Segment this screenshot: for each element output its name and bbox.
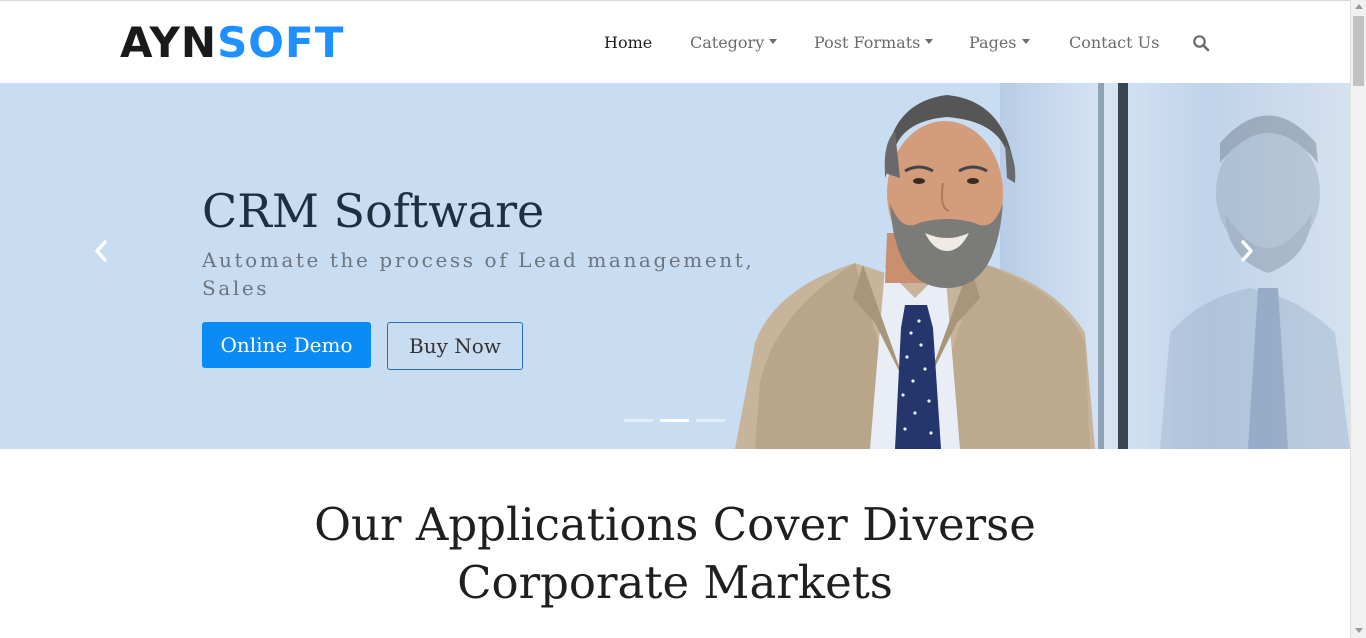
nav-item-label: Pages <box>969 33 1017 52</box>
nav-item-label: Contact Us <box>1069 33 1160 52</box>
hero-subtitle: Automate the process of Lead management,… <box>202 248 755 300</box>
carousel-indicator-3[interactable] <box>696 419 725 422</box>
section-heading-line2: Corporate Markets <box>457 556 893 609</box>
brand-logo-part2: SOFT <box>217 18 345 67</box>
caret-down-icon <box>925 39 934 44</box>
section-heading: Our Applications Cover Diverse Corporate… <box>0 496 1350 612</box>
hero-person-image <box>735 95 1095 449</box>
online-demo-button[interactable]: Online Demo <box>202 322 371 368</box>
carousel-indicator-1[interactable] <box>624 419 653 422</box>
nav-item-label: Home <box>604 33 653 52</box>
hero-carousel: CRM Software Automate the process of Lea… <box>0 83 1350 449</box>
search-icon[interactable] <box>1192 34 1210 52</box>
nav-item-contact-us[interactable]: Contact Us <box>1069 31 1159 55</box>
scrollbar-thumb[interactable] <box>1353 16 1364 86</box>
window-frame <box>1098 83 1104 449</box>
page-scrollbar[interactable] <box>1350 0 1366 638</box>
chevron-left-icon[interactable] <box>92 239 110 263</box>
caret-down-icon <box>769 39 778 44</box>
hero-reflection-image <box>1160 115 1350 449</box>
brand-logo-part1: AYN <box>120 18 218 67</box>
section-heading-line1: Our Applications Cover Diverse <box>314 498 1036 551</box>
chevron-right-icon[interactable] <box>1238 239 1256 263</box>
nav-item-category[interactable]: Category <box>690 31 778 55</box>
nav-item-label: Post Formats <box>814 33 921 52</box>
site-header: AYNSOFT Home Category Post Formats Pages… <box>0 0 1350 83</box>
carousel-indicator-2[interactable] <box>660 419 689 422</box>
nav-item-post-formats[interactable]: Post Formats <box>814 31 934 55</box>
nav-item-label: Category <box>690 33 765 52</box>
nav-item-home[interactable]: Home <box>604 31 652 55</box>
buy-now-button[interactable]: Buy Now <box>387 322 523 370</box>
caret-down-icon <box>1021 39 1030 44</box>
window-frame <box>1118 83 1128 449</box>
scroll-up-icon[interactable] <box>1355 4 1363 9</box>
carousel-indicators <box>624 419 734 423</box>
nav-item-pages[interactable]: Pages <box>969 31 1030 55</box>
scroll-down-icon[interactable] <box>1355 628 1363 633</box>
hero-title: CRM Software <box>202 184 545 238</box>
brand-logo[interactable]: AYNSOFT <box>120 19 344 67</box>
